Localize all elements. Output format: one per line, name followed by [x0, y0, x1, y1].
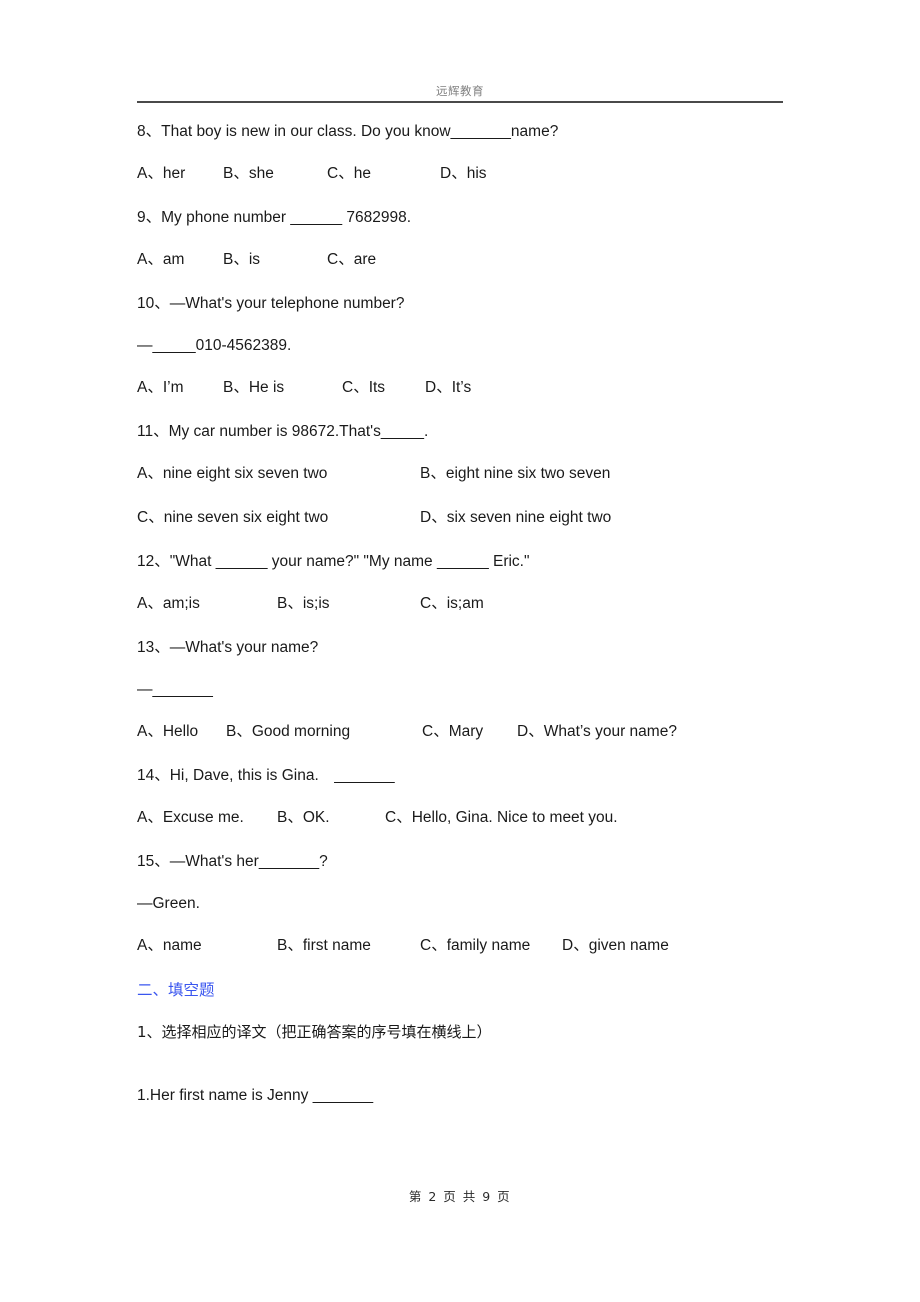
option-row: A、name B、first name C、family name D、give…	[137, 936, 837, 956]
page-header: 远辉教育	[137, 84, 783, 99]
option-b[interactable]: B、is;is	[277, 594, 330, 614]
section-heading: 二、填空题	[137, 981, 215, 999]
page-footer: 第 2 页 共 9 页	[408, 1189, 512, 1204]
option-row: C、nine seven six eight two D、six seven n…	[137, 508, 837, 528]
document-content: 8、That boy is new in our class. Do you k…	[137, 122, 837, 1106]
option-b[interactable]: B、eight nine six two seven	[420, 464, 610, 484]
option-c[interactable]: C、family name	[420, 936, 530, 956]
option-row: A、am B、is C、are	[137, 250, 837, 270]
header-title: 远辉教育	[436, 84, 484, 98]
option-row: A、I’m B、He is C、Its D、It’s	[137, 378, 837, 398]
section-item-1: 1、选择相应的译文（把正确答案的序号填在横线上）	[137, 1023, 492, 1041]
option-c[interactable]: C、is;am	[420, 594, 484, 614]
question-stem: 10、—What's your telephone number?	[137, 295, 405, 312]
option-row: A、Hello B、Good morning C、Mary D、What’s y…	[137, 722, 837, 742]
option-c[interactable]: C、Mary	[422, 722, 483, 742]
option-d[interactable]: D、What’s your name?	[517, 722, 677, 742]
option-b[interactable]: B、first name	[277, 936, 371, 956]
option-a[interactable]: A、Excuse me.	[137, 808, 244, 828]
option-b[interactable]: B、she	[223, 164, 274, 184]
option-a[interactable]: A、am	[137, 250, 184, 270]
question-stem: 11、My car number is 98672.That's_____.	[137, 423, 429, 440]
option-b[interactable]: B、Good morning	[226, 722, 350, 742]
question-stem: 9、My phone number ______ 7682998.	[137, 209, 412, 226]
question-stem: 14、Hi, Dave, this is Gina. _______	[137, 767, 395, 784]
option-b[interactable]: B、OK.	[277, 808, 330, 828]
question-sub-line: —_____010-4562389.	[137, 337, 292, 354]
option-a[interactable]: A、nine eight six seven two	[137, 464, 327, 484]
option-d[interactable]: D、given name	[562, 936, 669, 956]
question-stem: 13、—What's your name?	[137, 639, 319, 656]
option-c[interactable]: C、are	[327, 250, 376, 270]
option-a[interactable]: A、I’m	[137, 378, 184, 398]
vertical-spacer	[137, 1042, 837, 1086]
option-b[interactable]: B、is	[223, 250, 260, 270]
question-stem: 12、"What ______ your name?" "My name ___…	[137, 553, 530, 570]
option-c[interactable]: C、Its	[342, 378, 385, 398]
question-sub-line: —Green.	[137, 895, 200, 912]
option-a[interactable]: A、Hello	[137, 722, 198, 742]
option-row: A、Excuse me. B、OK. C、Hello, Gina. Nice t…	[137, 808, 837, 828]
question-sub-line: —_______	[137, 681, 213, 698]
option-c[interactable]: C、nine seven six eight two	[137, 508, 328, 528]
option-c[interactable]: C、Hello, Gina. Nice to meet you.	[385, 808, 618, 828]
question-stem: 15、—What's her_______?	[137, 853, 328, 870]
option-b[interactable]: B、He is	[223, 378, 284, 398]
option-d[interactable]: D、six seven nine eight two	[420, 508, 611, 528]
option-a[interactable]: A、am;is	[137, 594, 200, 614]
question-stem: 8、That boy is new in our class. Do you k…	[137, 123, 559, 140]
option-a[interactable]: A、name	[137, 936, 202, 956]
option-d[interactable]: D、It’s	[425, 378, 471, 398]
option-row: A、her B、she C、he D、his	[137, 164, 837, 184]
option-a[interactable]: A、her	[137, 164, 185, 184]
option-row: A、am;is B、is;is C、is;am	[137, 594, 837, 614]
header-rule	[137, 101, 783, 103]
option-d[interactable]: D、his	[440, 164, 487, 184]
option-row: A、nine eight six seven two B、eight nine …	[137, 464, 837, 484]
section-sub-item-1: 1.Her first name is Jenny _______	[137, 1087, 374, 1104]
option-c[interactable]: C、he	[327, 164, 371, 184]
document-page: 远辉教育 8、That boy is new in our class. Do …	[0, 0, 920, 1302]
